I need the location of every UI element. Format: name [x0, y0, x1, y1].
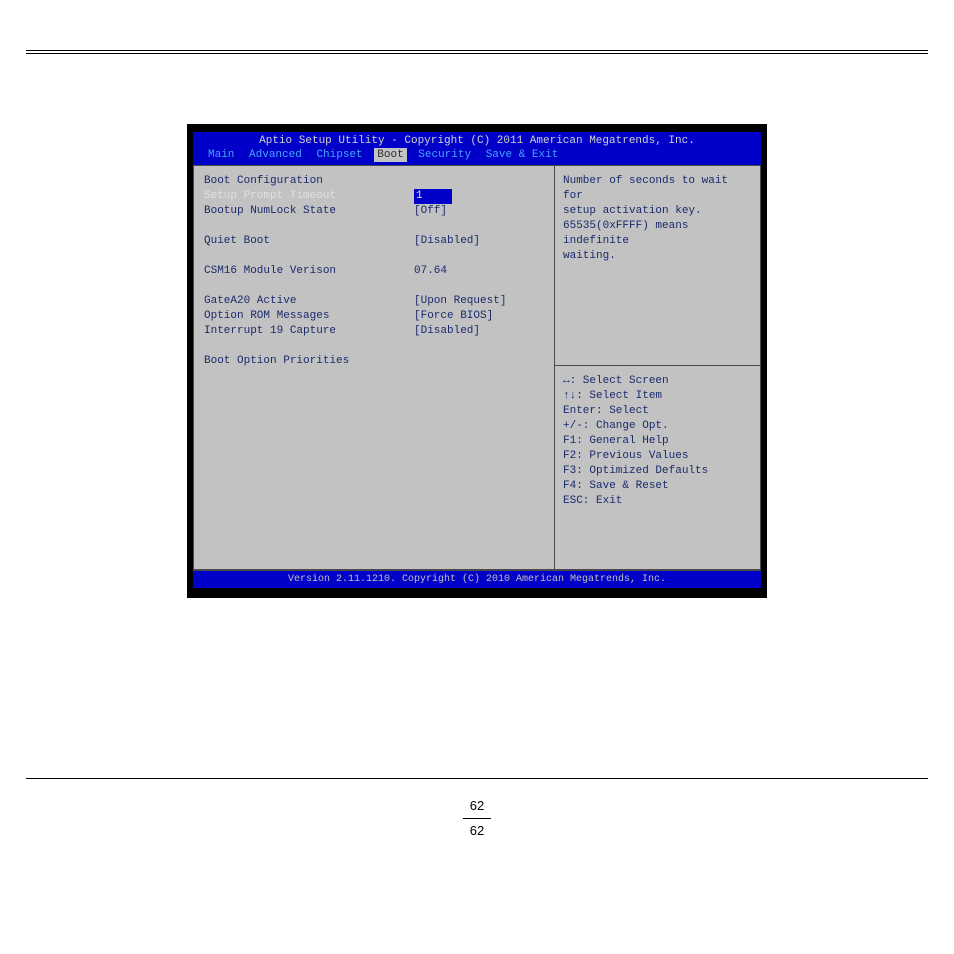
menu-chipset[interactable]: Chipset: [313, 148, 365, 162]
menu-main[interactable]: Main: [205, 148, 237, 162]
row-int19[interactable]: Interrupt 19 Capture [Disabled]: [204, 324, 546, 339]
bios-screenshot: Aptio Setup Utility - Copyright (C) 2011…: [187, 124, 767, 598]
value-gatea20[interactable]: [Upon Request]: [414, 294, 546, 309]
value-setup-prompt-timeout[interactable]: 1: [414, 189, 546, 204]
label-quiet-boot: Quiet Boot: [204, 234, 414, 249]
page-number: 62 62: [0, 797, 954, 840]
row-setup-prompt-timeout[interactable]: Setup Prompt Timeout 1: [204, 189, 546, 204]
row-quiet-boot[interactable]: Quiet Boot [Disabled]: [204, 234, 546, 249]
help-line: Number of seconds to wait for: [563, 174, 752, 204]
menu-save-exit[interactable]: Save & Exit: [483, 148, 562, 162]
label-option-rom: Option ROM Messages: [204, 309, 414, 324]
label-gatea20: GateA20 Active: [204, 294, 414, 309]
section-header-boot-config: Boot Configuration: [204, 174, 546, 189]
page-number-separator: [463, 818, 491, 819]
bios-frame: Aptio Setup Utility - Copyright (C) 2011…: [193, 132, 761, 588]
help-line: waiting.: [563, 249, 752, 264]
help-line: 65535(0xFFFF) means indefinite: [563, 219, 752, 249]
bios-panels: Boot Configuration Setup Prompt Timeout …: [193, 165, 761, 570]
hint-select-screen: ↔: Select Screen: [563, 374, 752, 389]
page-number-bottom: 62: [470, 823, 484, 838]
label-bootup-numlock: Bootup NumLock State: [204, 204, 414, 219]
help-line: setup activation key.: [563, 204, 752, 219]
hint-f1: F1: General Help: [563, 434, 752, 449]
section-header-boot-priorities: Boot Option Priorities: [204, 354, 546, 369]
hint-change-opt: +/-: Change Opt.: [563, 419, 752, 434]
hint-f3: F3: Optimized Defaults: [563, 464, 752, 479]
key-hints: ↔: Select Screen ↑↓: Select Item Enter: …: [555, 366, 760, 569]
help-text: Number of seconds to wait for setup acti…: [555, 166, 760, 366]
row-bootup-numlock[interactable]: Bootup NumLock State [Off]: [204, 204, 546, 219]
bios-menu-bar: Main Advanced Chipset Boot Security Save…: [193, 148, 761, 165]
bottom-rule: [26, 778, 928, 779]
value-csm16: 07.64: [414, 264, 546, 279]
row-csm16: CSM16 Module Verison 07.64: [204, 264, 546, 279]
row-option-rom[interactable]: Option ROM Messages [Force BIOS]: [204, 309, 546, 324]
value-quiet-boot[interactable]: [Disabled]: [414, 234, 546, 249]
value-int19[interactable]: [Disabled]: [414, 324, 546, 339]
settings-panel: Boot Configuration Setup Prompt Timeout …: [193, 166, 555, 569]
row-gatea20[interactable]: GateA20 Active [Upon Request]: [204, 294, 546, 309]
bios-title-bar: Aptio Setup Utility - Copyright (C) 2011…: [193, 132, 761, 148]
bios-footer: Version 2.11.1210. Copyright (C) 2010 Am…: [193, 570, 761, 588]
menu-advanced[interactable]: Advanced: [246, 148, 305, 162]
page-number-top: 62: [470, 798, 484, 813]
help-panel: Number of seconds to wait for setup acti…: [555, 166, 761, 569]
menu-security[interactable]: Security: [415, 148, 474, 162]
hint-f2: F2: Previous Values: [563, 449, 752, 464]
label-csm16: CSM16 Module Verison: [204, 264, 414, 279]
label-int19: Interrupt 19 Capture: [204, 324, 414, 339]
menu-boot[interactable]: Boot: [374, 148, 406, 162]
page-container: Aptio Setup Utility - Copyright (C) 2011…: [0, 0, 954, 954]
hint-f4: F4: Save & Reset: [563, 479, 752, 494]
top-double-rule: [26, 50, 928, 54]
value-option-rom[interactable]: [Force BIOS]: [414, 309, 546, 324]
hint-select-item: ↑↓: Select Item: [563, 389, 752, 404]
label-setup-prompt-timeout: Setup Prompt Timeout: [204, 189, 414, 204]
hint-esc: ESC: Exit: [563, 494, 752, 509]
hint-enter: Enter: Select: [563, 404, 752, 419]
value-bootup-numlock[interactable]: [Off]: [414, 204, 546, 219]
